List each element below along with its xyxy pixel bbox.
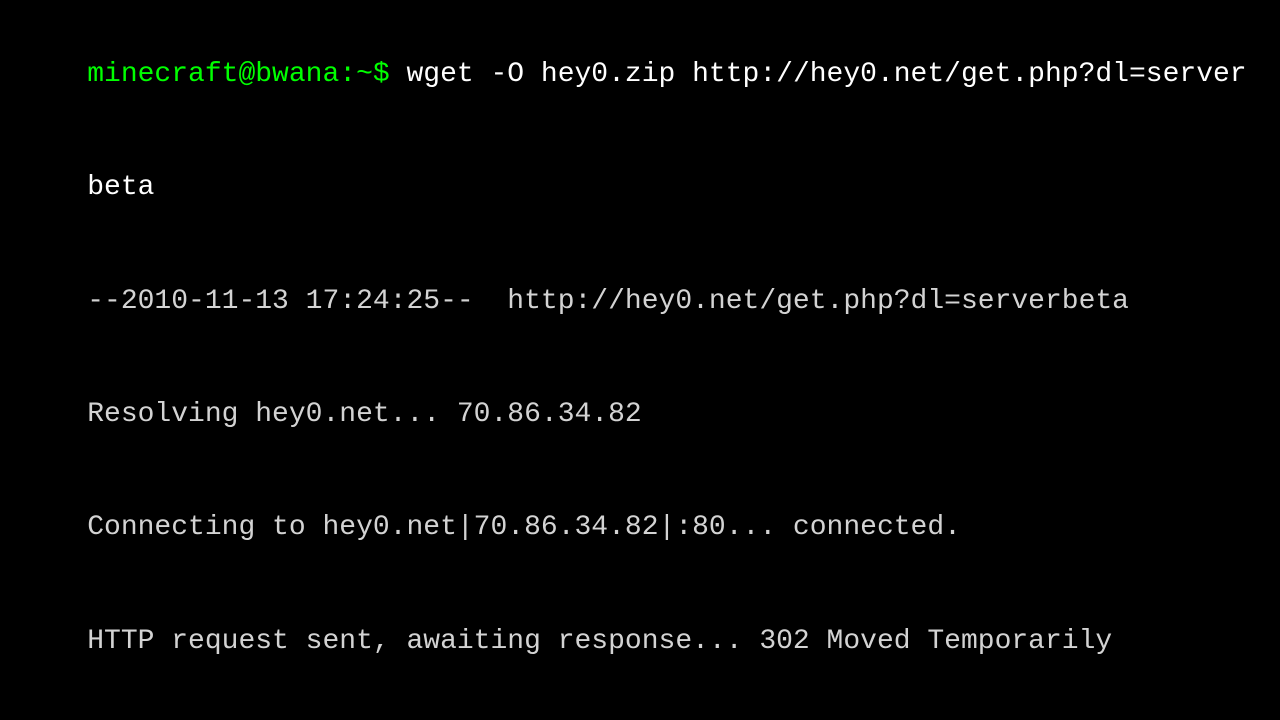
output-http1: HTTP request sent, awaiting response... … [87,626,1112,657]
terminal-line-3: --2010-11-13 17:24:25-- http://hey0.net/… [20,245,1260,358]
output-connecting1: Connecting to hey0.net|70.86.34.82|:80..… [87,512,961,543]
terminal-line-6: HTTP request sent, awaiting response... … [20,585,1260,698]
terminal-line-1: minecraft@bwana:~$ wget -O hey0.zip http… [20,18,1260,131]
terminal-line-4: Resolving hey0.net... 70.86.34.82 [20,358,1260,471]
terminal-window[interactable]: minecraft@bwana:~$ wget -O hey0.zip http… [0,0,1280,720]
cmd-text-2: beta [87,172,154,203]
terminal-line-5: Connecting to hey0.net|70.86.34.82|:80..… [20,472,1260,585]
output-date1: --2010-11-13 17:24:25-- http://hey0.net/… [87,286,1129,317]
prompt-1: minecraft@bwana:~$ [87,59,389,90]
terminal-line-2: beta [20,131,1260,244]
output-resolving1: Resolving hey0.net... 70.86.34.82 [87,399,642,430]
cmd-text-1: wget -O hey0.zip http://hey0.net/get.php… [390,59,1247,90]
terminal-line-7: Location: http://langfordia.org/hey0/Min… [20,698,1260,720]
